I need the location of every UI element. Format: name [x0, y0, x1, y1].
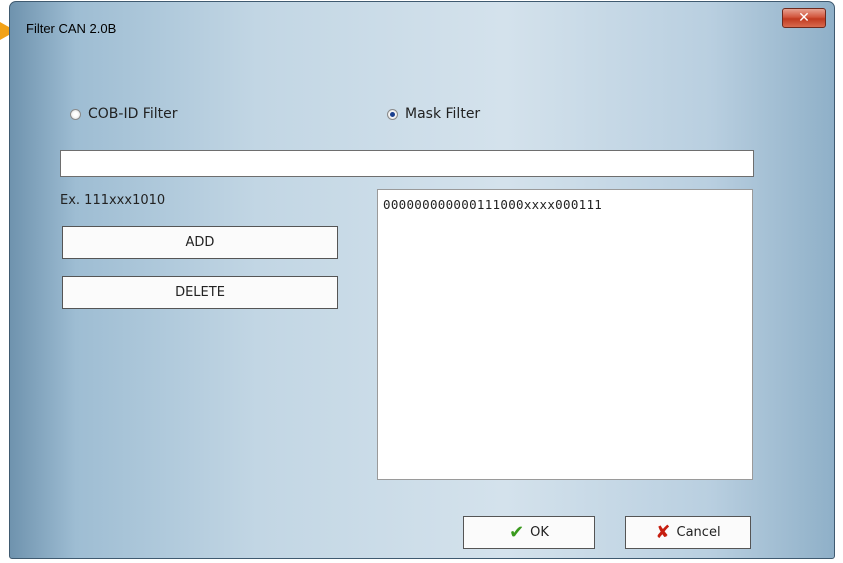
mask-filter-radio[interactable]: Mask Filter: [387, 106, 480, 122]
ok-label: OK: [530, 525, 549, 540]
add-button[interactable]: ADD: [62, 226, 338, 259]
cob-id-filter-radio[interactable]: COB-ID Filter: [70, 106, 177, 122]
cross-icon: ✘: [655, 521, 671, 543]
list-item[interactable]: 000000000000111000xxxx000111: [383, 197, 752, 212]
mask-filter-label: Mask Filter: [405, 106, 481, 122]
radio-unchecked-icon: [70, 108, 81, 120]
close-icon: ✕: [798, 10, 810, 26]
radio-checked-icon: [387, 108, 398, 120]
cancel-button[interactable]: ✘ Cancel: [625, 516, 751, 549]
filter-list[interactable]: 000000000000111000xxxx000111: [377, 189, 753, 480]
close-button[interactable]: ✕: [782, 8, 826, 28]
title-bar[interactable]: Filter CAN 2.0B ✕: [10, 2, 834, 36]
check-icon: ✔: [509, 521, 525, 543]
window-title: Filter CAN 2.0B: [26, 21, 117, 36]
filter-value-input[interactable]: [60, 150, 754, 177]
ok-button[interactable]: ✔ OK: [463, 516, 595, 549]
delete-button[interactable]: DELETE: [62, 276, 338, 309]
cob-id-filter-label: COB-ID Filter: [88, 106, 178, 122]
input-hint: Ex. 111xxx1010: [60, 193, 166, 208]
cancel-label: Cancel: [676, 525, 721, 540]
